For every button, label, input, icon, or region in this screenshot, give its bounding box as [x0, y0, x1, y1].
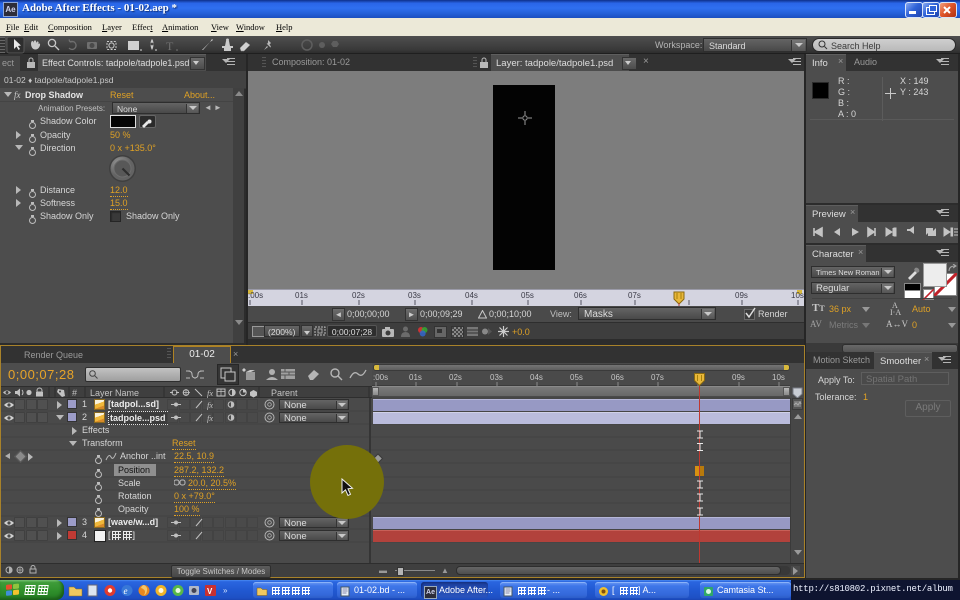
svg-text:Layer Name: Layer Name — [90, 388, 139, 398]
svg-text:e: e — [124, 586, 128, 596]
svg-text::00s: :00s — [248, 291, 263, 300]
svg-text:01s: 01s — [295, 291, 308, 300]
svg-text:03s: 03s — [408, 291, 421, 300]
svg-text:04s: 04s — [465, 291, 478, 300]
svg-text:T: T — [166, 39, 174, 53]
svg-text:V: V — [207, 587, 213, 596]
svg-text:05s: 05s — [521, 291, 534, 300]
svg-text:#: # — [72, 388, 77, 398]
svg-text:Parent: Parent — [271, 388, 298, 398]
svg-text:06s: 06s — [574, 291, 587, 300]
svg-text:10s: 10s — [791, 291, 804, 300]
svg-text:07s: 07s — [628, 291, 641, 300]
svg-text:fx: fx — [207, 413, 213, 423]
svg-text:»: » — [223, 586, 228, 595]
svg-text:02s: 02s — [352, 291, 365, 300]
svg-text:09s: 09s — [735, 291, 748, 300]
svg-text:fx: fx — [207, 400, 213, 410]
svg-text:fx: fx — [207, 388, 213, 398]
svg-text:I·A: I·A — [890, 308, 901, 316]
